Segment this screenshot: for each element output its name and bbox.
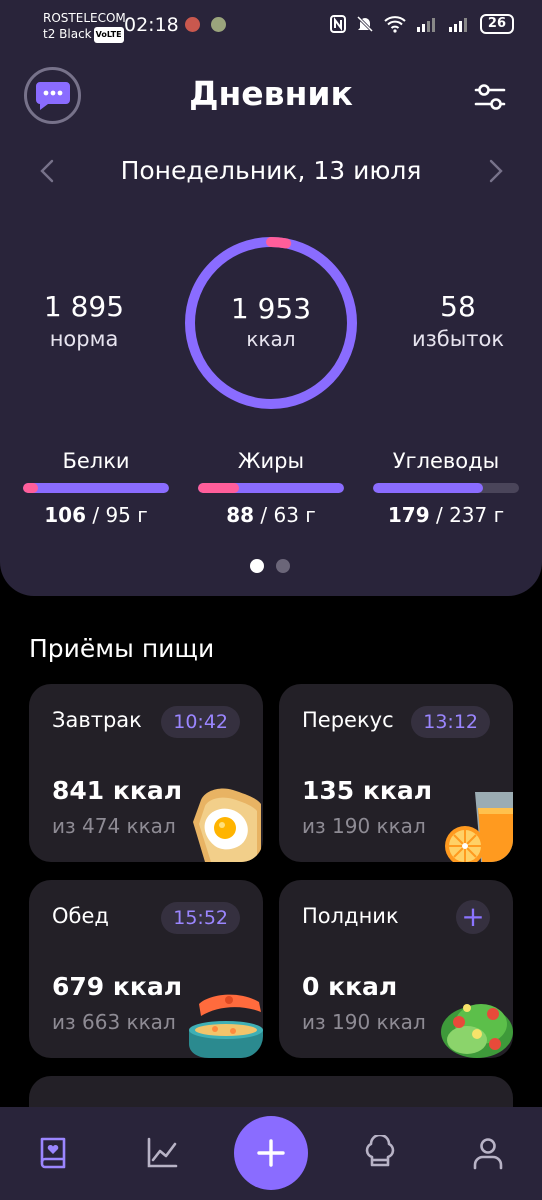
status-time: 02:18: [124, 14, 179, 36]
eaten-value: 1 953: [230, 292, 312, 325]
notification-app-icon: [185, 17, 200, 32]
toast-egg-icon: [193, 788, 261, 862]
meal-norm: из 474 ккал: [52, 814, 176, 838]
meal-time-badge[interactable]: 10:42: [161, 706, 240, 738]
meal-kcal: 679 ккал: [52, 972, 183, 1001]
meals-section-title: Приёмы пищи: [29, 634, 215, 663]
nfc-icon: [329, 15, 346, 33]
meal-name: Полдник: [302, 904, 399, 928]
macro-name: Углеводы: [392, 449, 500, 473]
macro-bar-fill: [373, 483, 484, 493]
next-day-icon[interactable]: [480, 156, 510, 186]
meal-kcal: 841 ккал: [52, 776, 183, 805]
soup-pot-icon: [189, 994, 263, 1058]
signal-icon-2: [448, 18, 467, 32]
meal-name: Перекус: [302, 708, 394, 732]
meal-card-lunch[interactable]: Обед 15:52 679 ккал из 663 ккал: [29, 880, 263, 1058]
excess-stat: 58 избыток: [404, 290, 512, 354]
meal-card-afternoon-snack[interactable]: Полдник + 0 ккал из 190 ккал: [279, 880, 513, 1058]
macro-eaten: 106: [44, 503, 86, 527]
macro-bar-excess: [23, 483, 39, 493]
macro-name: Белки: [62, 449, 130, 473]
macro-bar-excess: [198, 483, 240, 493]
signal-icon: [416, 18, 435, 32]
diary-book-icon[interactable]: [35, 1135, 71, 1171]
page-dot-2[interactable]: [276, 559, 290, 573]
macro-eaten: 88: [226, 503, 255, 527]
juice-orange-icon: [445, 792, 513, 862]
meal-time-badge[interactable]: 13:12: [411, 706, 490, 738]
salad-icon: [441, 1004, 513, 1058]
page-indicator[interactable]: [250, 559, 290, 573]
meal-time-badge[interactable]: 15:52: [161, 902, 240, 934]
norm-label: норма: [49, 327, 119, 351]
meal-norm: из 663 ккал: [52, 1010, 176, 1034]
meal-name: Завтрак: [52, 708, 142, 732]
macro-name: Жиры: [237, 449, 305, 473]
macro-bar: [373, 483, 519, 493]
macro-bar: [198, 483, 344, 493]
meal-kcal: 135 ккал: [302, 776, 433, 805]
profile-user-icon[interactable]: [470, 1135, 506, 1171]
macro-fat: Жиры 88 / 63 г: [198, 447, 344, 527]
norm-value: 1 895: [43, 290, 125, 323]
stats-chart-icon[interactable]: [144, 1135, 180, 1171]
carrier-info: ROSTELECOM t2 Black VoLTE: [43, 10, 126, 43]
add-entry-button[interactable]: [234, 1116, 308, 1190]
norm-stat: 1 895 норма: [36, 290, 132, 354]
eaten-stat: 1 953 ккал: [182, 292, 360, 352]
chef-hat-icon[interactable]: [362, 1135, 398, 1171]
page-dot-1[interactable]: [250, 559, 264, 573]
bell-muted-icon: [356, 15, 373, 33]
current-date[interactable]: Понедельник, 13 июля: [0, 156, 542, 185]
add-meal-plus-icon[interactable]: +: [456, 900, 490, 934]
macro-protein: Белки 106 / 95 г: [23, 447, 169, 527]
macro-carbs: Углеводы 179 / 237 г: [373, 447, 519, 527]
page-title: Дневник: [189, 74, 353, 113]
meal-norm: из 190 ккал: [302, 814, 426, 838]
carrier-line2: t2 Black: [43, 27, 92, 41]
meal-kcal: 0 ккал: [302, 972, 398, 1001]
meal-norm: из 190 ккал: [302, 1010, 426, 1034]
status-bar: ROSTELECOM t2 Black VoLTE 02:18 26: [0, 0, 542, 56]
macro-eaten: 179: [387, 503, 430, 527]
settings-sliders-icon[interactable]: [472, 80, 508, 114]
macro-goal: / 63 г: [254, 503, 316, 527]
macro-goal: / 237 г: [429, 503, 505, 527]
notification-app-icon-2: [211, 17, 226, 32]
meal-card-breakfast[interactable]: Завтрак 10:42 841 ккал из 474 ккал: [29, 684, 263, 862]
meal-card-snack[interactable]: Перекус 13:12 135 ккал из 190 ккал: [279, 684, 513, 862]
meal-name: Обед: [52, 904, 109, 928]
volte-badge: VoLTE: [93, 26, 124, 43]
eaten-unit: ккал: [246, 327, 296, 351]
status-icons: 26: [329, 14, 514, 34]
battery-indicator: 26: [479, 14, 514, 34]
plus-icon: [257, 1139, 285, 1167]
wifi-icon: [384, 16, 406, 33]
excess-label: избыток: [411, 327, 505, 351]
macro-goal: / 95 г: [85, 503, 148, 527]
macro-bar-fill: [23, 483, 169, 493]
excess-value: 58: [440, 290, 476, 323]
carrier-line1: ROSTELECOM: [43, 11, 126, 25]
macro-bar: [23, 483, 169, 493]
